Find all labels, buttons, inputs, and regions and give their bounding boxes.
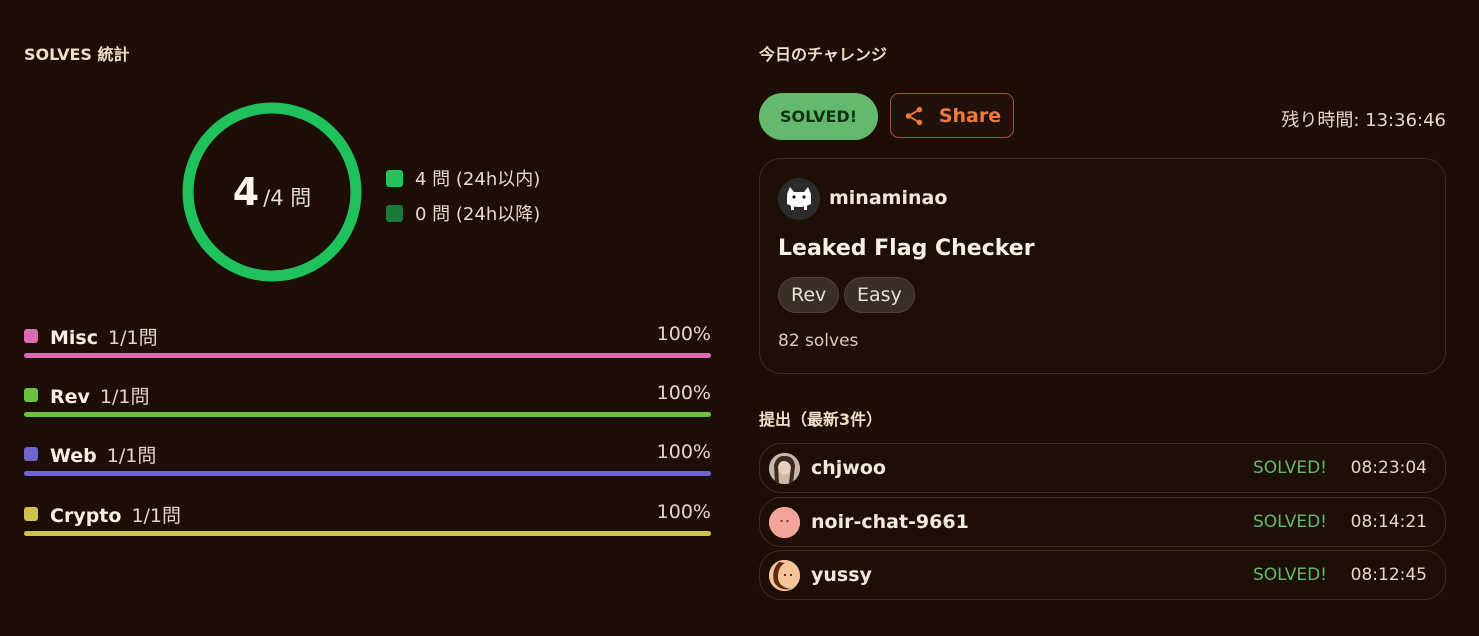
- user-avatar: [769, 507, 800, 538]
- submission-time: 08:23:04: [1350, 458, 1427, 478]
- solves-ring: 4 /4 問: [181, 101, 363, 283]
- submission-status: SOLVED!: [1252, 512, 1327, 532]
- category-count: 1/1問: [131, 505, 182, 527]
- category-progress-track: [24, 471, 711, 476]
- category-count: 1/1問: [99, 386, 150, 408]
- solved-count: 4: [232, 170, 260, 214]
- category-row-misc: Misc 1/1問 100%: [24, 323, 711, 363]
- submission-status: SOLVED!: [1252, 565, 1327, 585]
- category-swatch: [24, 507, 38, 521]
- category-progress-bar: [24, 471, 711, 476]
- category-row-rev: Rev 1/1問 100%: [24, 382, 711, 422]
- avatar-image: [769, 560, 800, 591]
- share-button[interactable]: Share: [890, 93, 1014, 138]
- share-icon: [905, 106, 923, 125]
- avatar-image: [769, 507, 800, 538]
- submission-time: 08:12:45: [1350, 565, 1427, 585]
- category-swatch: [24, 388, 38, 402]
- category-name: Crypto 1/1問: [50, 505, 182, 527]
- solved-badge: SOLVED!: [759, 93, 878, 140]
- time-remaining: 残り時間: 13:36:46: [1281, 110, 1446, 131]
- category-progress-bar: [24, 531, 711, 536]
- legend-item-after-24h: 0 問 (24h以降): [386, 200, 540, 226]
- category-swatch: [24, 447, 38, 461]
- total-label: /4 問: [263, 186, 312, 210]
- category-percent: 100%: [656, 323, 711, 345]
- author-name[interactable]: minaminao: [829, 187, 947, 209]
- submission-user[interactable]: noir-chat-9661: [811, 511, 969, 533]
- legend-item-within-24h: 4 問 (24h以内): [386, 165, 540, 191]
- challenge-name[interactable]: Leaked Flag Checker: [778, 236, 1035, 261]
- submission-row[interactable]: yussy SOLVED! 08:12:45: [759, 550, 1446, 600]
- category-row-crypto: Crypto 1/1問 100%: [24, 501, 711, 541]
- share-label: Share: [938, 104, 1002, 127]
- submissions-title: 提出（最新3件）: [759, 410, 883, 429]
- cat-icon: [778, 178, 820, 220]
- submission-row[interactable]: chjwoo SOLVED! 08:23:04: [759, 443, 1446, 493]
- category-count: 1/1問: [106, 445, 157, 467]
- category-progress-track: [24, 412, 711, 417]
- submission-user[interactable]: yussy: [811, 564, 872, 586]
- category-name: Web 1/1問: [50, 445, 157, 467]
- submission-time: 08:14:21: [1350, 512, 1427, 532]
- submission-user[interactable]: chjwoo: [811, 457, 886, 479]
- category-name: Rev 1/1問: [50, 386, 150, 408]
- category-name: Misc 1/1問: [50, 327, 158, 349]
- legend-label: 0 問 (24h以降): [415, 204, 541, 225]
- legend-label: 4 問 (24h以内): [415, 169, 541, 190]
- avatar-image: [769, 453, 800, 484]
- challenge-card[interactable]: minaminao Leaked Flag Checker Rev Easy 8…: [759, 158, 1446, 374]
- submission-status: SOLVED!: [1252, 458, 1327, 478]
- category-progress-track: [24, 531, 711, 536]
- author-avatar: [778, 178, 820, 220]
- category-count: 1/1問: [108, 327, 158, 349]
- tag-category: Rev: [778, 277, 840, 313]
- category-swatch: [24, 329, 38, 343]
- legend-swatch: [386, 204, 403, 222]
- solves-count: 82 solves: [778, 331, 859, 351]
- category-row-web: Web 1/1問 100%: [24, 441, 711, 481]
- tag-difficulty: Easy: [844, 277, 915, 313]
- category-percent: 100%: [656, 441, 711, 463]
- category-progress-bar: [24, 353, 711, 358]
- submission-row[interactable]: noir-chat-9661 SOLVED! 08:14:21: [759, 497, 1446, 547]
- user-avatar: [769, 560, 800, 591]
- legend-swatch: [386, 169, 403, 187]
- category-percent: 100%: [656, 501, 711, 523]
- ring-center: 4 /4 問: [181, 101, 363, 283]
- category-progress-track: [24, 353, 711, 358]
- user-avatar: [769, 453, 800, 484]
- challenge-title: 今日のチャレンジ: [759, 45, 887, 64]
- stats-title: SOLVES 統計: [24, 45, 130, 64]
- category-percent: 100%: [656, 382, 711, 404]
- category-progress-bar: [24, 412, 711, 417]
